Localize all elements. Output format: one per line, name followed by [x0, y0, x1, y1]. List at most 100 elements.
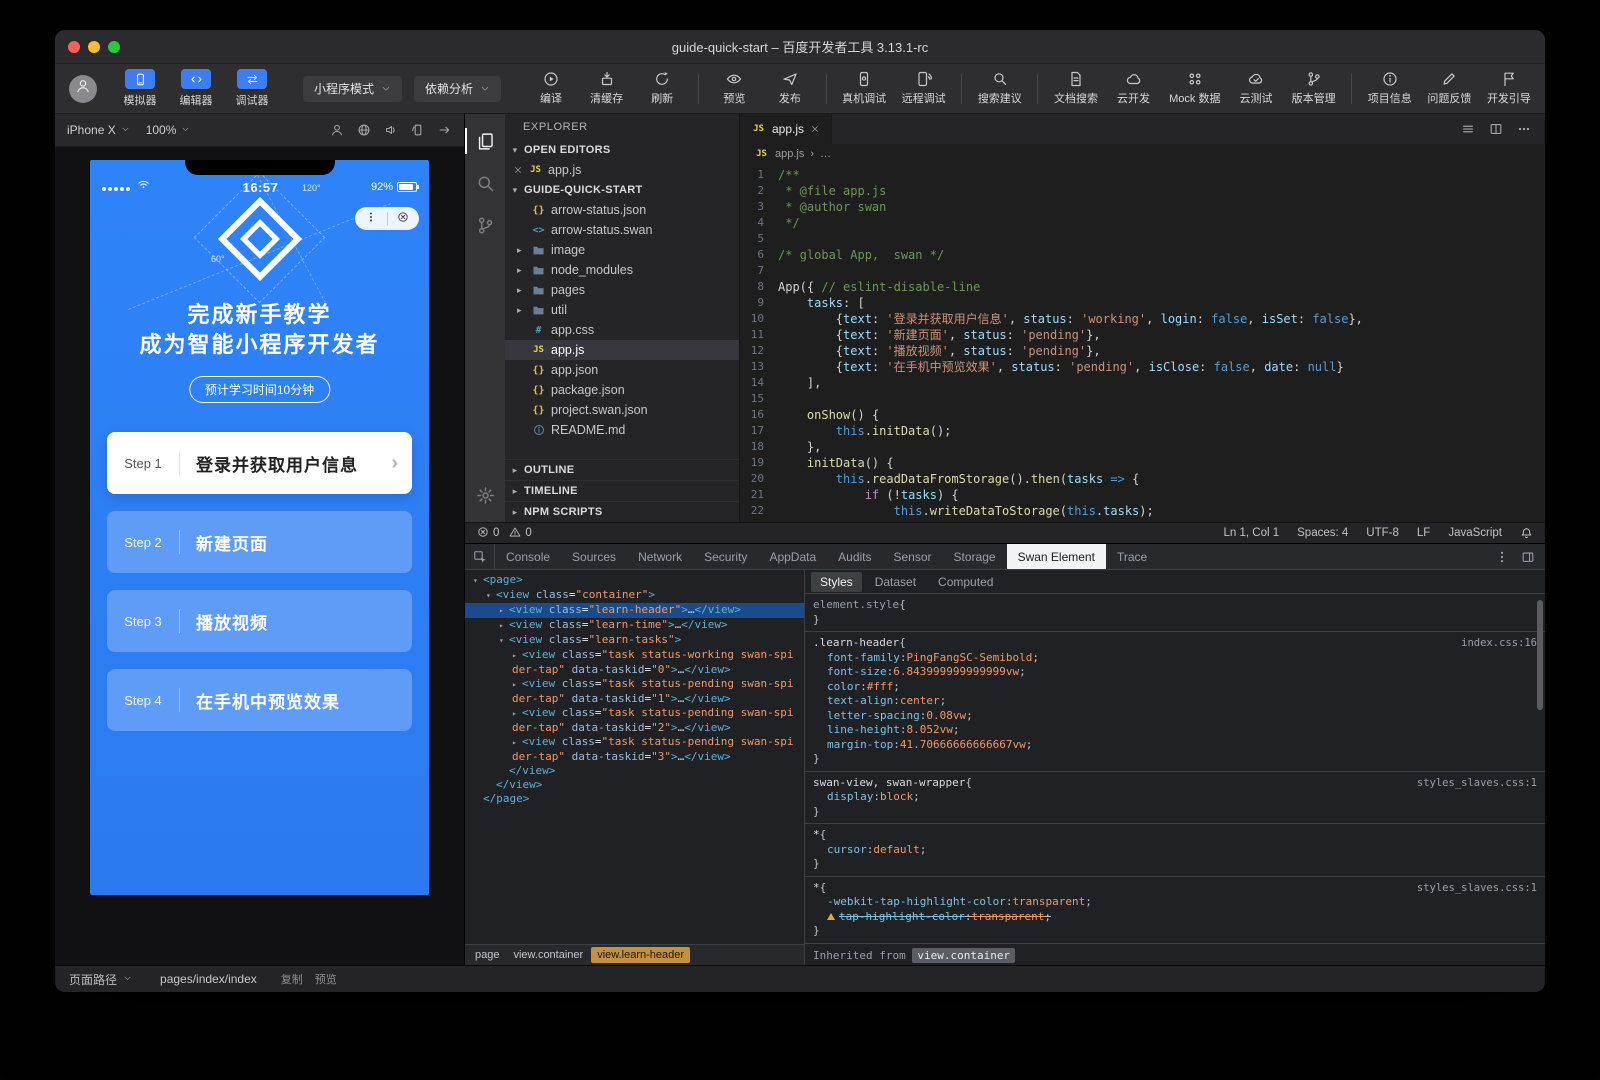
activity-search-button[interactable] — [465, 162, 505, 204]
toolbar-action-cloud-test[interactable]: 云测试 — [1236, 71, 1276, 106]
toolbar-action-cloud-dev[interactable]: 云开发 — [1114, 71, 1154, 106]
activity-branch-button[interactable] — [465, 204, 505, 246]
code-area[interactable]: 1/**2 * @file app.js3 * @author swan4 */… — [740, 164, 1545, 522]
expander-icon[interactable]: ▸ — [512, 678, 522, 692]
mode-button-debugger[interactable]: 调试器 — [225, 69, 279, 108]
devtools-tab-audits[interactable]: Audits — [827, 544, 882, 569]
open-editors-header[interactable]: ▾ OPEN EDITORS — [505, 140, 739, 160]
dropdown-dependency-analysis[interactable]: 依赖分析 — [414, 76, 501, 102]
step-card-4[interactable]: Step 4在手机中预览效果 — [107, 669, 412, 731]
toolbar-action-doc-search[interactable]: 文档搜索 — [1054, 71, 1098, 106]
project-header[interactable]: ▾ GUIDE-QUICK-START — [505, 180, 739, 200]
styles-tab-computed[interactable]: Computed — [929, 572, 1002, 592]
toolbar-action-version-control[interactable]: 版本管理 — [1292, 71, 1336, 106]
breadcrumb-item[interactable]: app.js — [775, 148, 804, 160]
css-property[interactable]: margin-top:41.70666666666667vw; — [813, 738, 1537, 753]
inherited-source[interactable]: view.container — [912, 948, 1015, 963]
device-select[interactable]: iPhone X — [67, 123, 130, 137]
toolbar-action-remote-debug[interactable]: 远程调试 — [902, 71, 946, 106]
styles-tab-styles[interactable]: Styles — [811, 572, 862, 592]
minimize-window-button[interactable] — [88, 41, 100, 53]
close-editor-icon[interactable] — [513, 165, 523, 175]
css-property[interactable]: font-family:PingFangSC-Semibold; — [813, 651, 1537, 666]
expander-icon[interactable]: ▾ — [473, 574, 483, 588]
toolbar-action-project-info[interactable]: 项目信息 — [1368, 71, 1412, 106]
dom-node[interactable]: ▸<view class="learn-header">…</view> — [465, 603, 804, 618]
dom-node[interactable]: </page> — [465, 792, 804, 806]
toolbar-action-preview[interactable]: 预览 — [714, 71, 754, 106]
css-selector[interactable]: * — [813, 828, 820, 843]
statusbar-item[interactable]: JavaScript — [1448, 527, 1502, 539]
dom-node[interactable]: ▸<view class="task status-pending swan-s… — [465, 677, 804, 706]
css-property[interactable]: font-size:6.843999999999999vw; — [813, 665, 1537, 680]
errors-count[interactable]: 0 — [477, 526, 499, 541]
step-card-2[interactable]: Step 2新建页面 — [107, 511, 412, 573]
dom-node[interactable]: ▾<page> — [465, 573, 804, 588]
toolbar-action-feedback[interactable]: 问题反馈 — [1427, 71, 1471, 106]
statusbar-item[interactable]: Spaces: 4 — [1297, 527, 1348, 539]
styles-tab-dataset[interactable]: Dataset — [866, 572, 925, 592]
sim-tool-user-button[interactable] — [330, 123, 344, 137]
devtools-kebab-button[interactable] — [1495, 550, 1509, 564]
devtools-dock-button[interactable] — [1521, 550, 1535, 564]
expander-icon[interactable]: ▸ — [499, 604, 509, 618]
dom-node[interactable]: </view> — [465, 778, 804, 792]
inspect-element-button[interactable] — [465, 544, 495, 569]
expander-icon[interactable]: ▸ — [499, 619, 509, 633]
devtools-tab-sources[interactable]: Sources — [561, 544, 627, 569]
section-outline[interactable]: ▸OUTLINE — [505, 459, 739, 480]
tab-app-js[interactable]: JS app.js — [740, 114, 832, 144]
notifications-button[interactable] — [1520, 527, 1533, 540]
toolbar-action-dev-guide[interactable]: 开发引导 — [1487, 71, 1531, 106]
section-npm-scripts[interactable]: ▸NPM SCRIPTS — [505, 501, 739, 522]
activity-files-button[interactable] — [465, 120, 505, 162]
css-selector[interactable]: .learn-header — [813, 636, 899, 651]
tree-item-README.md[interactable]: README.md — [505, 420, 739, 440]
css-source-link[interactable]: styles_slaves.css:1 — [1407, 776, 1537, 791]
toolbar-action-mock-data[interactable]: Mock 数据 — [1169, 71, 1220, 106]
step-card-1[interactable]: Step 1登录并获取用户信息› — [107, 432, 412, 494]
toolbar-action-real-device-debug[interactable]: 真机调试 — [842, 71, 886, 106]
capsule-close-button[interactable] — [388, 210, 420, 228]
close-tab-icon[interactable] — [810, 124, 820, 134]
user-avatar[interactable] — [69, 75, 97, 103]
dom-node[interactable]: </view> — [465, 764, 804, 778]
devtools-tab-sensor[interactable]: Sensor — [883, 544, 943, 569]
tree-item-arrow-status.json[interactable]: {}arrow-status.json — [505, 200, 739, 220]
tree-item-arrow-status.swan[interactable]: <>arrow-status.swan — [505, 220, 739, 240]
dom-node[interactable]: ▸<view class="task status-pending swan-s… — [465, 706, 804, 735]
toolbar-action-publish[interactable]: 发布 — [770, 71, 810, 106]
devtools-tab-appdata[interactable]: AppData — [758, 544, 827, 569]
devtools-tab-console[interactable]: Console — [495, 544, 561, 569]
css-property[interactable]: text-align:center; — [813, 694, 1537, 709]
css-property[interactable]: letter-spacing:0.08vw; — [813, 709, 1537, 724]
section-timeline[interactable]: ▸TIMELINE — [505, 480, 739, 501]
css-selector[interactable]: * — [813, 881, 820, 896]
editor-action-list-button[interactable] — [1461, 122, 1475, 136]
capsule-menu-button[interactable] — [355, 210, 387, 228]
breadcrumb-item[interactable]: … — [820, 148, 831, 160]
editor-action-ellipsis-button[interactable] — [1517, 122, 1531, 136]
tree-item-app.js[interactable]: JSapp.js — [505, 340, 739, 360]
tree-item-package.json[interactable]: {}package.json — [505, 380, 739, 400]
mode-button-editor[interactable]: 编辑器 — [169, 69, 223, 108]
devtools-tab-security[interactable]: Security — [693, 544, 758, 569]
devtools-tab-storage[interactable]: Storage — [943, 544, 1007, 569]
statusbar-item[interactable]: LF — [1417, 527, 1430, 539]
dom-node[interactable]: ▾<view class="container"> — [465, 588, 804, 603]
sim-tool-globe-button[interactable] — [357, 123, 371, 137]
open-editor-item[interactable]: JSapp.js — [505, 160, 739, 180]
tree-item-util[interactable]: ▸util — [505, 300, 739, 320]
css-property[interactable]: line-height:8.052vw; — [813, 723, 1537, 738]
page-path-select[interactable]: 页面路径 — [69, 971, 132, 988]
close-window-button[interactable] — [68, 41, 80, 53]
page-path-action[interactable]: 预览 — [315, 971, 337, 987]
tree-item-image[interactable]: ▸image — [505, 240, 739, 260]
statusbar-item[interactable]: Ln 1, Col 1 — [1224, 527, 1280, 539]
editor-action-split-button[interactable] — [1489, 122, 1503, 136]
expander-icon[interactable]: ▾ — [499, 634, 509, 648]
dom-breadcrumb-page[interactable]: page — [469, 947, 505, 963]
css-property[interactable]: cursor:default; — [813, 843, 1537, 858]
expander-icon[interactable]: ▸ — [512, 707, 522, 721]
toolbar-action-search-suggest[interactable]: 搜索建议 — [978, 71, 1022, 106]
